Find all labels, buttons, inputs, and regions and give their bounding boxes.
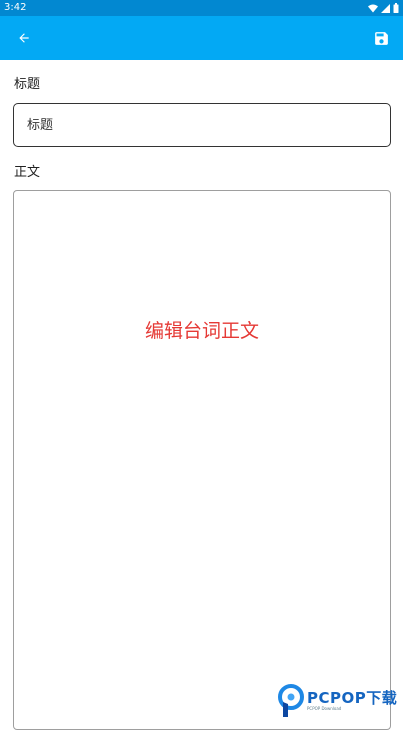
watermark: PCPOP下载 PCPOP Download (278, 682, 402, 720)
status-icons (368, 0, 399, 16)
wifi-icon (368, 4, 378, 12)
pcpop-logo-icon (278, 684, 304, 717)
status-bar: 3:42 (0, 0, 403, 16)
watermark-text: PCPOP下载 (307, 689, 398, 707)
body-textarea[interactable] (13, 190, 391, 730)
arrow-left-icon (19, 33, 29, 43)
status-time: 3:42 (4, 2, 27, 13)
floppy-disk-icon (374, 31, 388, 45)
app-bar (0, 16, 403, 60)
battery-icon (393, 3, 399, 13)
watermark-subtext: PCPOP Download (307, 706, 342, 711)
body-label: 正文 (14, 165, 41, 180)
save-button[interactable] (367, 24, 395, 52)
back-button[interactable] (10, 24, 38, 52)
title-input[interactable] (13, 103, 391, 147)
title-label: 标题 (14, 77, 41, 92)
signal-icon (381, 3, 390, 13)
